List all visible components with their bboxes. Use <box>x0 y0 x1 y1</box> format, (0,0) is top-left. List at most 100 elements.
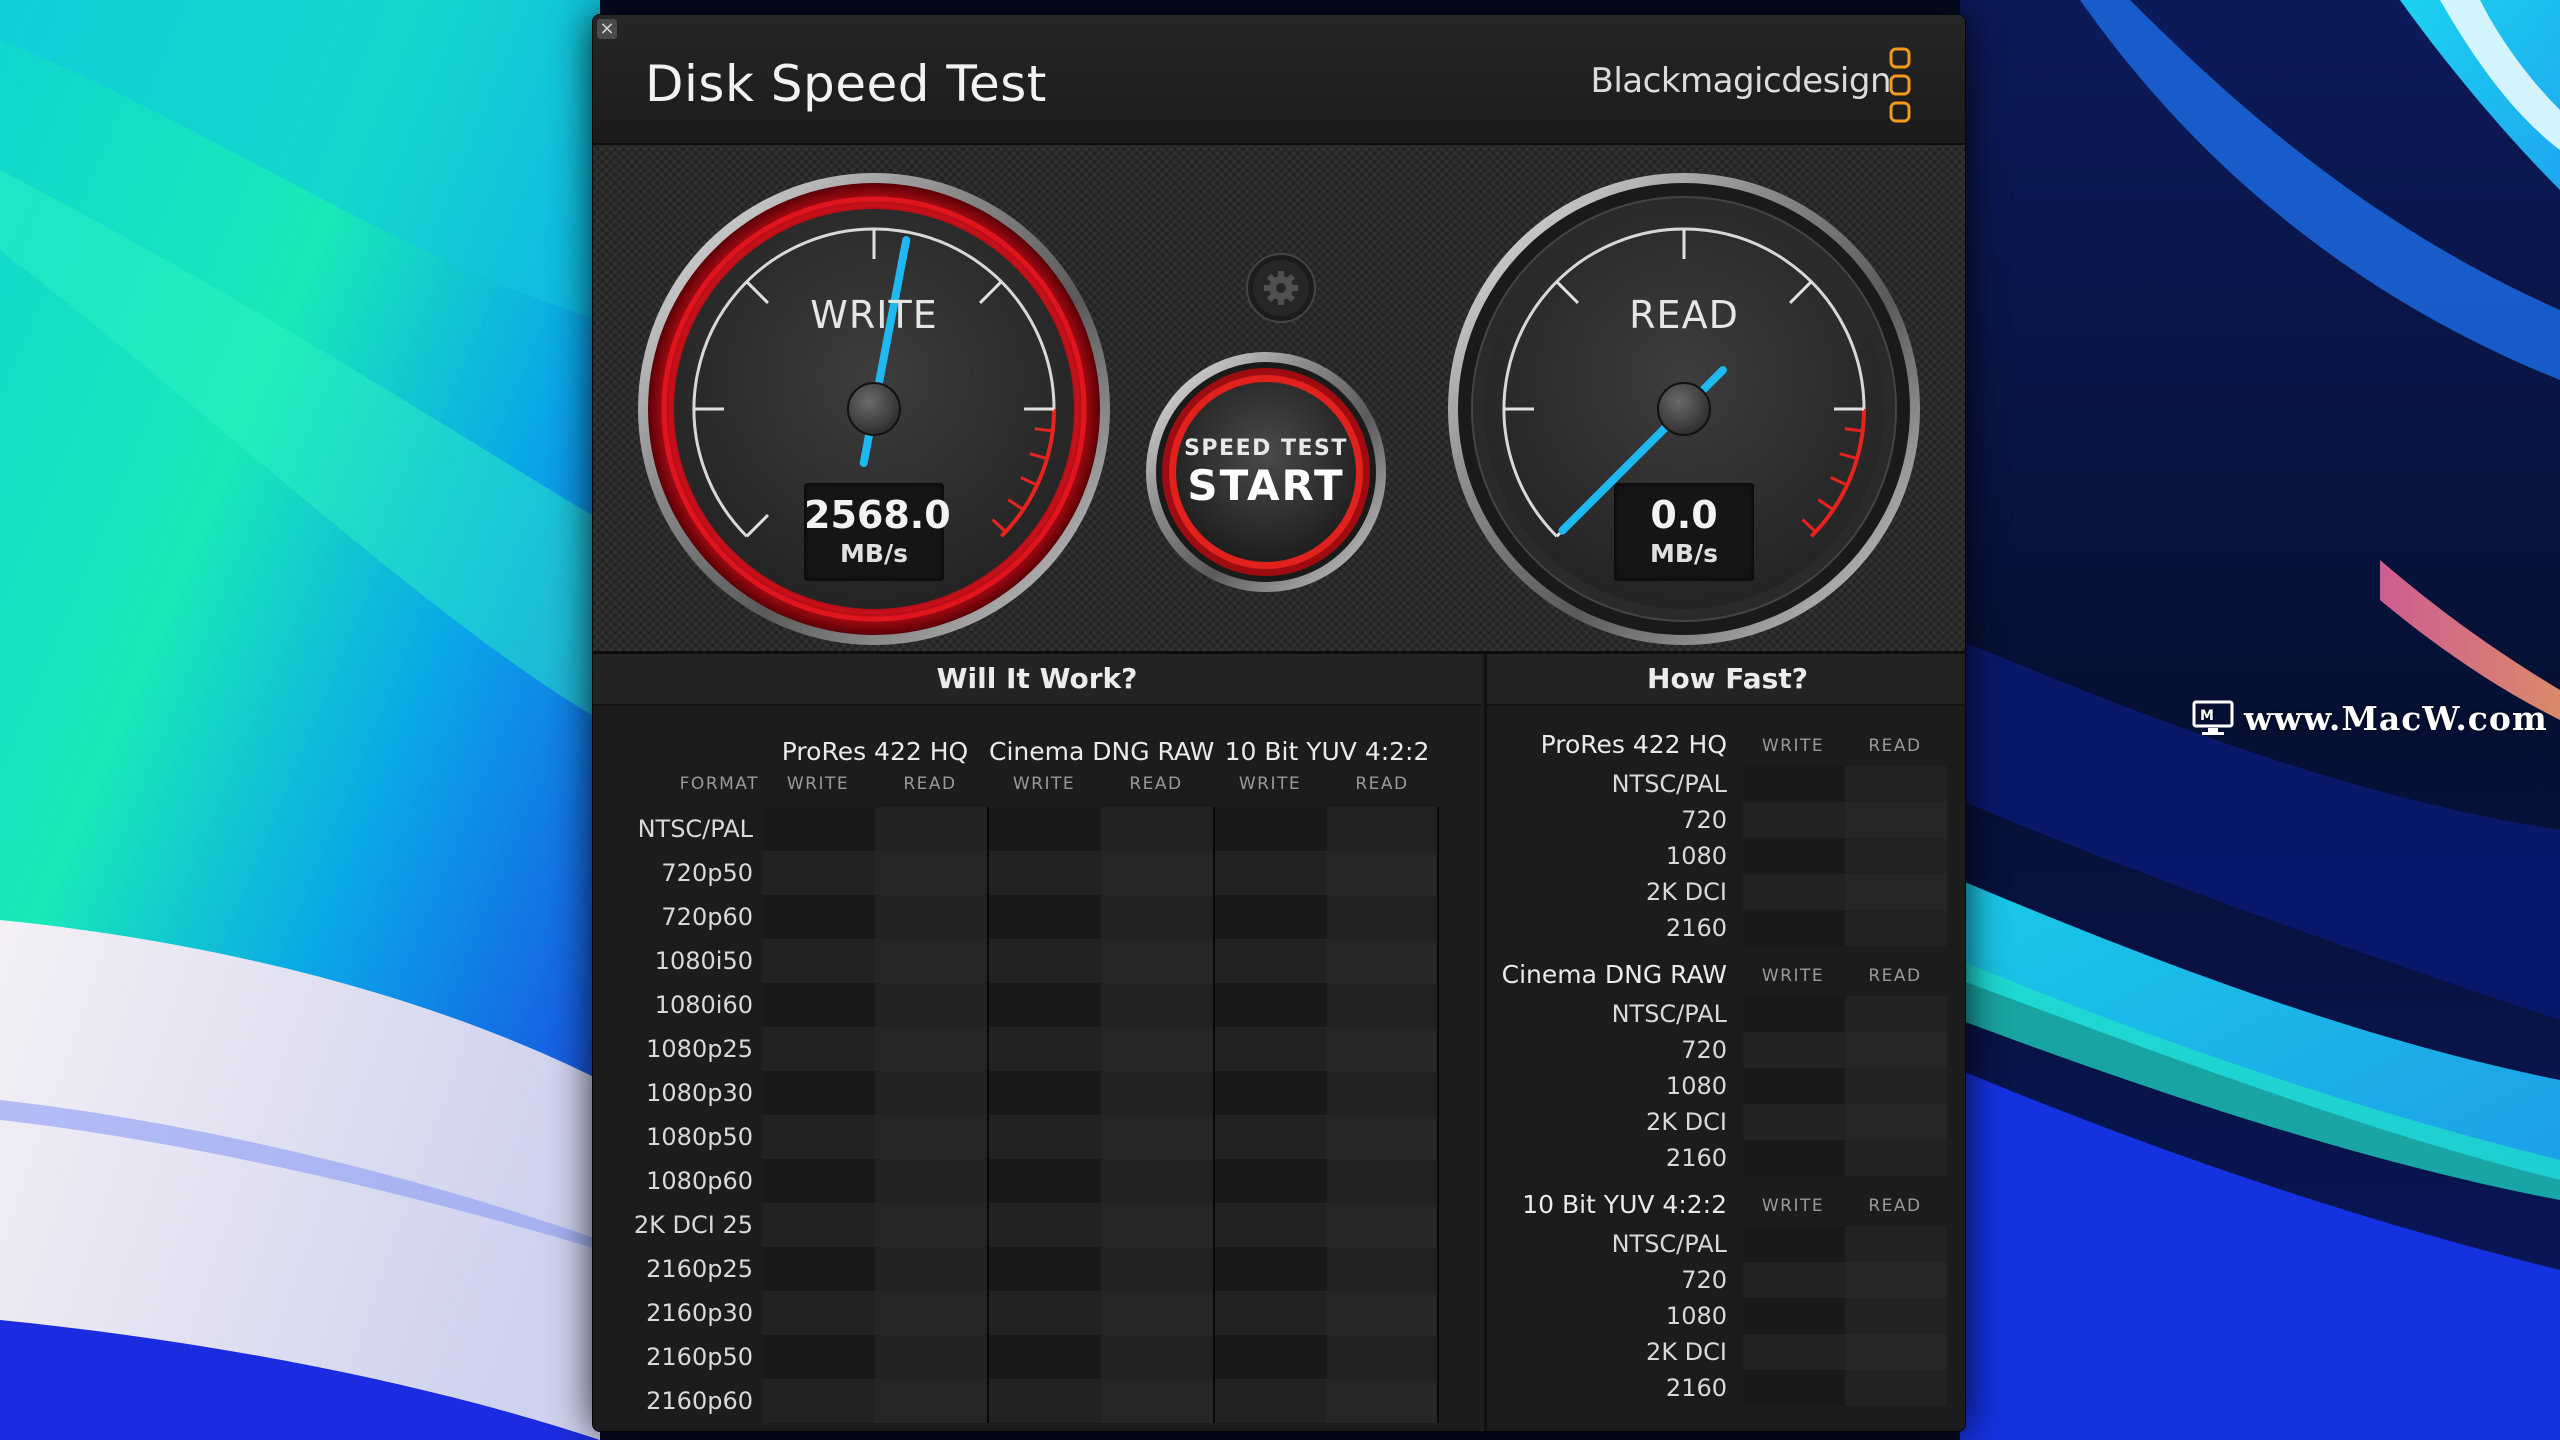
result-cell <box>763 1159 875 1203</box>
result-cell <box>989 1115 1101 1159</box>
watermark: M www.MacW.com <box>2192 694 2548 742</box>
how-fast-cell <box>1845 1298 1947 1334</box>
format-row-label: 1080p25 <box>646 1035 753 1063</box>
result-cell <box>1215 1203 1327 1247</box>
result-cell <box>989 1159 1101 1203</box>
how-fast-cell <box>1743 910 1845 946</box>
start-button-top-label: SPEED TEST <box>1184 436 1348 461</box>
how-fast-cell <box>1845 1140 1947 1176</box>
result-cell <box>1101 1071 1213 1115</box>
watermark-text: www.MacW.com <box>2244 698 2548 738</box>
result-cell <box>1215 1291 1327 1335</box>
result-cell <box>1327 1027 1439 1071</box>
result-cell <box>989 807 1101 851</box>
how-fast-cell <box>1743 1262 1845 1298</box>
result-cell <box>763 1247 875 1291</box>
column-divider <box>987 807 989 1423</box>
result-cell <box>875 1247 987 1291</box>
how-fast-codec-header: ProRes 422 HQ <box>1540 730 1727 759</box>
result-cell <box>1327 895 1439 939</box>
how-fast-write-header: WRITE <box>1761 966 1825 986</box>
settings-button[interactable] <box>1248 255 1314 321</box>
how-fast-cell <box>1845 1334 1947 1370</box>
result-cell <box>763 895 875 939</box>
how-fast-cell <box>1743 1104 1845 1140</box>
result-cell <box>1327 1291 1439 1335</box>
result-cell <box>1101 983 1213 1027</box>
result-cell <box>875 1071 987 1115</box>
result-cell <box>763 1203 875 1247</box>
result-cell <box>1101 895 1213 939</box>
table-edge <box>1437 807 1439 1423</box>
result-cell <box>1101 939 1213 983</box>
read-gauge-label: READ <box>1629 293 1739 337</box>
result-cell <box>989 1203 1101 1247</box>
start-button[interactable]: SPEED TEST START <box>1160 366 1372 578</box>
result-cell <box>1327 1247 1439 1291</box>
gauge-hub <box>847 382 901 436</box>
will-it-work-title: Will It Work? <box>593 654 1481 706</box>
result-cell <box>763 1379 875 1423</box>
read-speed-unit: MB/s <box>1650 539 1718 568</box>
read-column-header: READ <box>1129 774 1183 794</box>
how-fast-row-label: 2K DCI <box>1646 1338 1727 1366</box>
read-column-header: READ <box>903 774 957 794</box>
result-cell <box>1215 1071 1327 1115</box>
how-fast-row-label: 1080 <box>1665 1072 1727 1100</box>
result-cell <box>1101 851 1213 895</box>
result-cell <box>875 939 987 983</box>
result-cell <box>1215 851 1327 895</box>
result-cell <box>875 807 987 851</box>
how-fast-read-header: READ <box>1868 1196 1922 1216</box>
app-title: Disk Speed Test <box>645 55 1047 113</box>
how-fast-row-label: 1080 <box>1665 842 1727 870</box>
result-cell <box>1327 851 1439 895</box>
result-cell <box>1101 1027 1213 1071</box>
result-cell <box>1101 1379 1213 1423</box>
how-fast-row-label: NTSC/PAL <box>1611 770 1727 798</box>
result-cell <box>1215 807 1327 851</box>
format-row-label: 2160p60 <box>646 1387 753 1415</box>
codec-header: Cinema DNG RAW <box>989 737 1215 766</box>
gauge-hub <box>1657 382 1711 436</box>
write-speed-unit: MB/s <box>840 539 908 568</box>
how-fast-cell <box>1743 996 1845 1032</box>
result-cell <box>1327 807 1439 851</box>
format-row-label: 720p50 <box>661 859 753 887</box>
write-speed-value: 2568.0 <box>804 493 951 537</box>
how-fast-row-label: 2K DCI <box>1646 878 1727 906</box>
result-cell <box>1101 1203 1213 1247</box>
write-readout: 2568.0 MB/s <box>804 483 951 581</box>
how-fast-cell <box>1743 1068 1845 1104</box>
how-fast-codec-header: Cinema DNG RAW <box>1501 960 1727 989</box>
close-button[interactable]: × <box>597 19 617 39</box>
result-cell <box>989 851 1101 895</box>
how-fast-row-label: 2K DCI <box>1646 1108 1727 1136</box>
how-fast-cell <box>1845 1262 1947 1298</box>
blackmagic-logo-icon <box>1889 47 1911 123</box>
format-row-label: 1080i60 <box>654 991 753 1019</box>
result-cell <box>875 1379 987 1423</box>
result-cell <box>1327 1071 1439 1115</box>
result-cell <box>989 1247 1101 1291</box>
how-fast-cell <box>1845 766 1947 802</box>
how-fast-cell <box>1743 1370 1845 1406</box>
how-fast-row-label: 720 <box>1681 1036 1727 1064</box>
how-fast-cell <box>1743 1334 1845 1370</box>
result-cell <box>1327 1379 1439 1423</box>
result-cell <box>1215 1247 1327 1291</box>
result-cell <box>989 1071 1101 1115</box>
will-it-work-section: Will It Work? FORMAT ProRes 422 HQ WRITE RE… <box>593 654 1481 1431</box>
result-cell <box>875 851 987 895</box>
result-cell <box>1215 1379 1327 1423</box>
format-row-label: 1080i50 <box>654 947 753 975</box>
how-fast-cell <box>1743 1226 1845 1262</box>
write-gauge-label: WRITE <box>810 293 938 337</box>
result-cell <box>989 1335 1101 1379</box>
result-cell <box>1327 1159 1439 1203</box>
how-fast-row-label: 2160 <box>1665 914 1727 942</box>
how-fast-cell <box>1845 1068 1947 1104</box>
format-row-label: 2160p30 <box>646 1299 753 1327</box>
how-fast-cell <box>1743 1032 1845 1068</box>
codec-header: 10 Bit YUV 4:2:2 <box>1224 737 1430 766</box>
